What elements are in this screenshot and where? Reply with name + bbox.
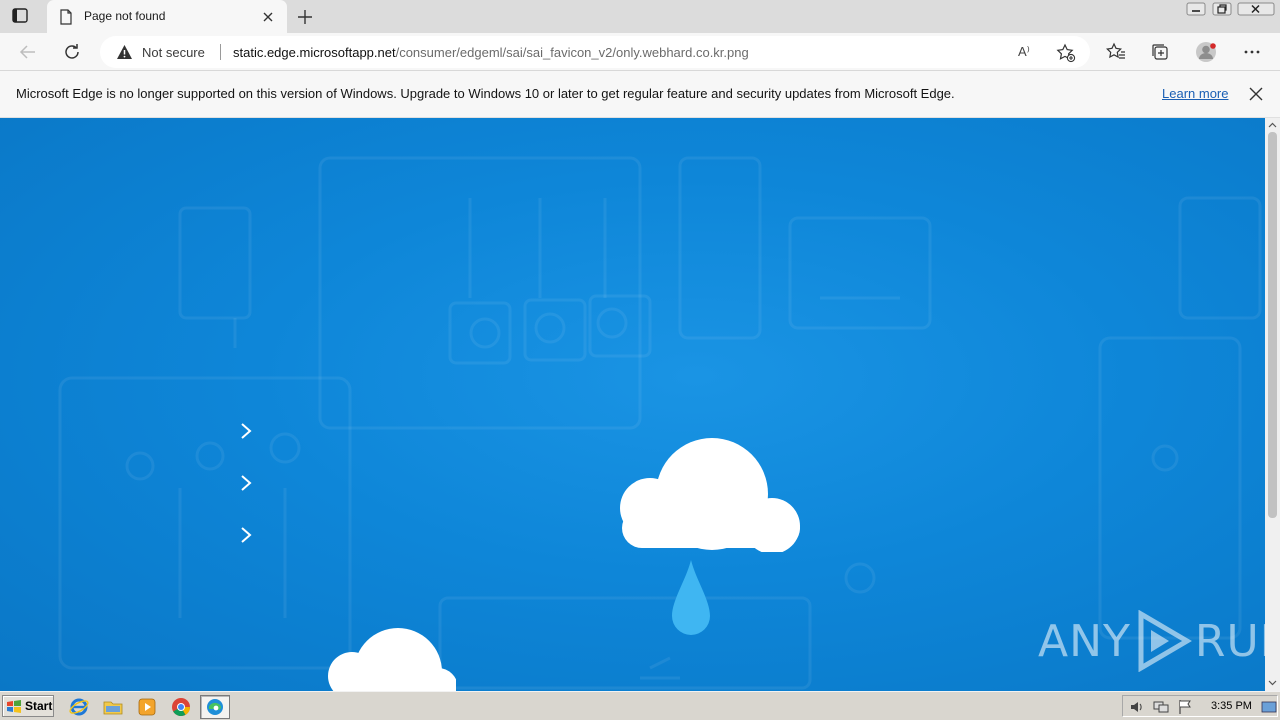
favorites-icon	[1106, 42, 1125, 59]
infobar-close-icon[interactable]	[1248, 86, 1264, 102]
learn-more-link[interactable]: Learn more	[1162, 86, 1228, 101]
chevron-right-icon[interactable]	[236, 525, 256, 545]
start-label: Start	[25, 699, 53, 713]
windows-taskbar: Start 3:35 PM	[0, 691, 1280, 720]
edge-icon	[207, 699, 223, 715]
play-logo-icon	[1138, 610, 1192, 672]
page-icon	[60, 9, 72, 25]
watermark-text-right: RUN	[1194, 615, 1265, 667]
url-path: /consumer/edgeml/sai/sai_favicon_v2/only…	[395, 45, 749, 60]
profile-button[interactable]	[1194, 40, 1218, 64]
window-close-icon[interactable]	[1236, 0, 1276, 18]
windows-logo-icon	[7, 699, 21, 713]
refresh-icon	[65, 44, 79, 59]
chevron-right-icon[interactable]	[236, 421, 256, 441]
scroll-down-icon[interactable]	[1268, 678, 1277, 687]
small-cloud-illustration	[328, 628, 456, 691]
warning-icon[interactable]	[116, 44, 133, 60]
cloud-illustration	[620, 438, 800, 552]
url-host: static.edge.microsoftapp.net	[233, 45, 396, 60]
chevron-right-icon[interactable]	[236, 473, 256, 493]
start-button[interactable]: Start	[2, 695, 54, 717]
refresh-button[interactable]	[60, 40, 84, 64]
show-desktop-icon[interactable]	[1261, 699, 1277, 715]
browser-toolbar: Not secure static.edge.microsoftapp.net/…	[0, 33, 1280, 71]
add-favorite-icon[interactable]	[1056, 43, 1076, 63]
explorer-folder-icon[interactable]	[102, 696, 124, 718]
error-page-content: ANY RUN	[0, 118, 1265, 691]
new-tab-icon[interactable]	[296, 8, 314, 26]
active-tab[interactable]: Page not found	[47, 0, 287, 33]
address-separator	[220, 44, 221, 60]
title-bar: Page not found	[0, 0, 1280, 33]
taskbar-clock[interactable]: 3:35 PM	[1211, 700, 1252, 712]
back-button[interactable]	[16, 40, 40, 64]
avatar-icon	[1196, 42, 1216, 62]
chrome-icon[interactable]	[170, 696, 192, 718]
collections-button[interactable]	[1148, 40, 1172, 64]
action-center-flag-icon[interactable]	[1177, 699, 1193, 715]
minimize-icon[interactable]	[1184, 0, 1208, 18]
back-arrow-icon	[19, 45, 35, 59]
background-diagram-illustration	[58, 156, 1262, 690]
vertical-scrollbar[interactable]	[1265, 118, 1280, 691]
volume-icon[interactable]	[1129, 699, 1145, 715]
address-bar[interactable]: Not secure static.edge.microsoftapp.net/…	[100, 36, 1090, 68]
network-icon[interactable]	[1153, 699, 1169, 715]
collections-icon	[1152, 44, 1168, 60]
infobar-message: Microsoft Edge is no longer supported on…	[16, 86, 955, 101]
scroll-up-icon[interactable]	[1268, 121, 1277, 130]
more-icon	[1244, 50, 1260, 54]
restore-icon[interactable]	[1210, 0, 1234, 18]
tab-actions-button[interactable]	[9, 7, 31, 25]
settings-more-button[interactable]	[1240, 40, 1264, 64]
tab-actions-icon	[12, 8, 28, 23]
tab-title: Page not found	[84, 9, 166, 23]
anyrun-watermark: ANY RUN	[1038, 610, 1265, 672]
tab-close-icon[interactable]	[261, 10, 275, 24]
unsupported-os-infobar: Microsoft Edge is no longer supported on…	[0, 71, 1280, 118]
scrollbar-thumb[interactable]	[1268, 132, 1277, 518]
edge-taskbar-button[interactable]	[200, 695, 230, 719]
water-drop-illustration	[672, 560, 710, 635]
read-aloud-icon[interactable]: A⁾	[1018, 44, 1038, 61]
ie-icon[interactable]	[68, 696, 90, 718]
url-text[interactable]: static.edge.microsoftapp.net/consumer/ed…	[233, 45, 749, 60]
media-player-icon[interactable]	[136, 696, 158, 718]
not-secure-label[interactable]: Not secure	[142, 45, 205, 60]
watermark-text-left: ANY	[1038, 615, 1131, 667]
favorites-button[interactable]	[1104, 40, 1128, 64]
system-tray: 3:35 PM	[1122, 695, 1278, 717]
